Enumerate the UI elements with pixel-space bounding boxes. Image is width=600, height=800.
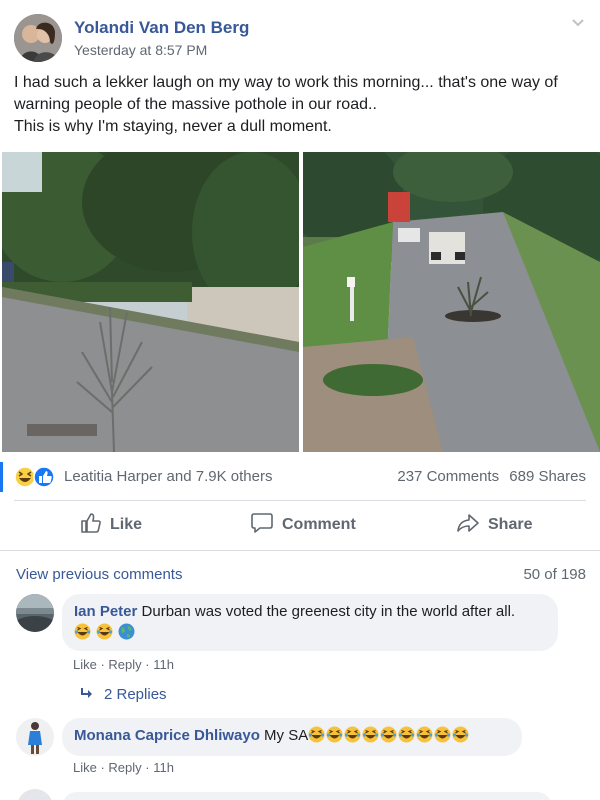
author-avatar[interactable] [14, 14, 62, 62]
comment-text: Durban was voted the greenest city in th… [141, 603, 516, 620]
post-timestamp[interactable]: Yesterday at 8:57 PM [74, 42, 207, 58]
comment-text: My SA [264, 727, 309, 744]
commenter-name[interactable]: Monana Caprice Dhliwayo [74, 727, 260, 744]
commenter-name[interactable]: Ian Peter [74, 603, 137, 620]
comment-label: Comment [282, 516, 356, 533]
post-text-line: I had such a lekker laugh on my way to w… [14, 74, 558, 91]
reactions-summary[interactable]: Leatitia Harper and 7.9K others [64, 468, 272, 485]
comment-emojis [308, 726, 470, 744]
laughing-emoji [452, 726, 469, 743]
view-previous-comments-link[interactable]: View previous comments [16, 566, 182, 583]
post-counts: 237 Comments 689 Shares [391, 468, 586, 485]
like-reaction-icon [33, 466, 55, 488]
reply-arrow-icon [80, 686, 94, 703]
comment-meta: Like · Reply · 11h [73, 760, 174, 775]
laughing-emoji [326, 726, 343, 743]
comment-time[interactable]: 11h [153, 657, 174, 672]
laughing-emoji [74, 623, 91, 640]
laughing-emoji [362, 726, 379, 743]
comment-like-link[interactable]: Like [73, 760, 97, 775]
thumbs-up-icon [80, 512, 102, 539]
comment-icon [250, 512, 274, 539]
chevron-down-icon[interactable] [570, 14, 586, 30]
comment-button[interactable]: Comment [250, 508, 356, 542]
like-button[interactable]: Like [80, 508, 142, 542]
next-comment-peek [14, 788, 586, 800]
comment-like-link[interactable]: Like [73, 657, 97, 672]
laughing-emoji [398, 726, 415, 743]
post-header: Yolandi Van Den Berg Yesterday at 8:57 P… [0, 0, 600, 70]
share-icon [456, 512, 480, 539]
laughing-emoji [434, 726, 451, 743]
share-label: Share [488, 516, 533, 533]
like-label: Like [110, 516, 143, 533]
commenter-avatar[interactable] [16, 718, 54, 756]
laughing-emoji [308, 726, 325, 743]
haha-reaction-icon [14, 466, 36, 488]
divider [14, 500, 586, 501]
commenter-avatar[interactable] [16, 594, 54, 632]
replies-label: 2 Replies [104, 686, 167, 703]
comment-meta: Like · Reply · 11h [73, 657, 174, 672]
shares-count[interactable]: 689 Shares [509, 468, 586, 485]
laughing-emoji [96, 623, 113, 640]
reactions-bar: Leatitia Harper and 7.9K others 237 Comm… [0, 462, 600, 492]
post-photo-1[interactable] [2, 152, 299, 452]
comments-count[interactable]: 237 Comments [397, 468, 499, 485]
laughing-emoji [344, 726, 361, 743]
post-text-line: This is why I'm staying, never a dull mo… [14, 118, 332, 135]
post-text: I had such a lekker laugh on my way to w… [14, 72, 590, 138]
comment-bubble: Monana Caprice Dhliwayo My SA [62, 718, 522, 756]
post-photos [0, 152, 600, 452]
reaction-icons[interactable] [14, 466, 60, 488]
comment-bubble: Ian Peter Durban was voted the greenest … [62, 594, 558, 651]
comment-time[interactable]: 11h [153, 760, 174, 775]
post-author-name[interactable]: Yolandi Van Den Berg [74, 18, 249, 38]
post-text-line: warning people of the massive pothole in… [14, 96, 377, 113]
laughing-emoji [380, 726, 397, 743]
laughing-emoji [416, 726, 433, 743]
divider [0, 550, 600, 551]
comment-reply-link[interactable]: Reply [108, 760, 141, 775]
comment-emojis [74, 623, 546, 643]
view-replies-link[interactable]: 2 Replies [80, 686, 167, 703]
post-photo-2[interactable] [303, 152, 600, 452]
comment-reply-link[interactable]: Reply [108, 657, 141, 672]
share-button[interactable]: Share [456, 508, 532, 542]
comment-pagination-count: 50 of 198 [523, 566, 586, 583]
globe-emoji [118, 623, 135, 640]
